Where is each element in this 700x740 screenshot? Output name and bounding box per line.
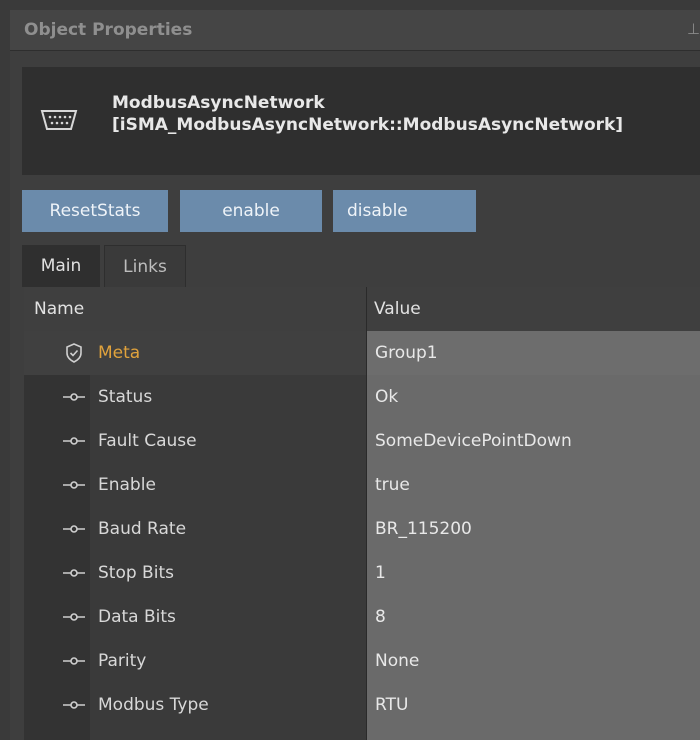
pin-icon[interactable]: ⊥ (687, 20, 700, 38)
slot-icon (56, 419, 92, 463)
column-separator[interactable] (366, 287, 367, 740)
property-value[interactable]: None (367, 639, 700, 683)
tab-main[interactable]: Main (22, 245, 100, 287)
property-name: Modbus Type (90, 683, 366, 727)
property-name: Stop Bits (90, 551, 366, 595)
property-row-status[interactable]: Status Ok (24, 375, 700, 419)
property-row-stop-bits[interactable]: Stop Bits 1 (24, 551, 700, 595)
enable-button[interactable]: enable (180, 190, 322, 232)
slot-icon (56, 375, 92, 419)
property-value[interactable]: BR_115200 (367, 507, 700, 551)
slot-icon (56, 595, 92, 639)
grid-header: Name Value (24, 287, 700, 332)
slot-icon (56, 639, 92, 683)
object-name: ModbusAsyncNetwork [iSMA_ModbusAsyncNetw… (112, 92, 623, 136)
object-header: ModbusAsyncNetwork [iSMA_ModbusAsyncNetw… (22, 67, 700, 175)
property-name: Meta (90, 331, 366, 375)
shield-icon (56, 331, 92, 375)
property-row-modbus-type[interactable]: Modbus Type RTU (24, 683, 700, 727)
object-type-line2: [iSMA_ModbusAsyncNetwork::ModbusAsyncNet… (112, 115, 624, 135)
column-header-value[interactable]: Value (374, 299, 421, 319)
property-name: Status (90, 375, 366, 419)
property-row-enable[interactable]: Enable true (24, 463, 700, 507)
slot-icon (56, 463, 92, 507)
property-name: Fault Cause (90, 419, 366, 463)
property-value[interactable]: Group1 (367, 331, 700, 375)
property-name: Parity (90, 639, 366, 683)
disable-button[interactable]: disable (333, 190, 476, 232)
serial-port-icon (40, 110, 78, 130)
property-value[interactable]: 8 (367, 595, 700, 639)
property-name: Data Bits (90, 595, 366, 639)
reset-stats-button[interactable]: ResetStats (22, 190, 168, 232)
object-properties-panel: Object Properties ⊥ ModbusAsyncNetwork [… (10, 10, 700, 740)
slot-icon (56, 507, 92, 551)
property-row-meta[interactable]: Meta Group1 (24, 331, 700, 375)
property-value[interactable]: SomeDevicePointDown (367, 419, 700, 463)
property-grid: Name Value Meta Group1 Status Ok Fault C… (24, 287, 700, 740)
slot-icon (56, 551, 92, 595)
slot-icon (56, 683, 92, 727)
property-row-fault-cause[interactable]: Fault Cause SomeDevicePointDown (24, 419, 700, 463)
panel-titlebar[interactable]: Object Properties ⊥ (10, 10, 700, 51)
property-name: Baud Rate (90, 507, 366, 551)
property-name: Enable (90, 463, 366, 507)
property-row-partial (24, 727, 700, 740)
object-name-line1: ModbusAsyncNetwork (112, 93, 325, 113)
panel-title: Object Properties (24, 20, 193, 40)
column-header-name[interactable]: Name (34, 299, 84, 319)
property-row-data-bits[interactable]: Data Bits 8 (24, 595, 700, 639)
tab-links[interactable]: Links (104, 245, 186, 287)
property-value[interactable]: Ok (367, 375, 700, 419)
property-row-parity[interactable]: Parity None (24, 639, 700, 683)
property-value[interactable]: RTU (367, 683, 700, 727)
property-value[interactable]: 1 (367, 551, 700, 595)
property-value[interactable]: true (367, 463, 700, 507)
property-row-baud-rate[interactable]: Baud Rate BR_115200 (24, 507, 700, 551)
